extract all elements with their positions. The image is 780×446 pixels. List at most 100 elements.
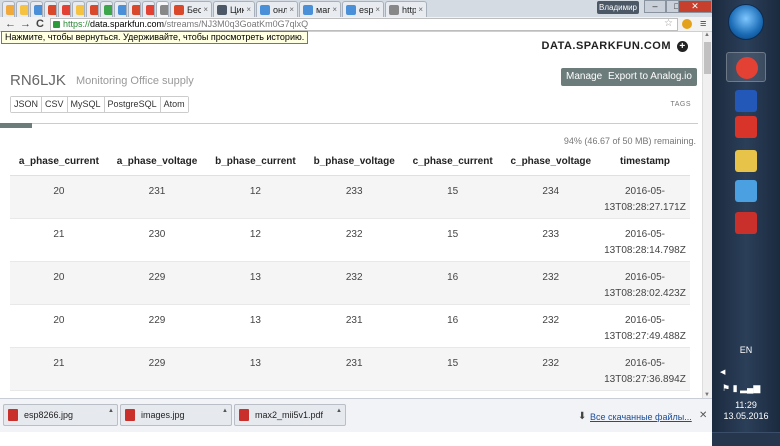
browser-tab[interactable] [2, 1, 15, 17]
taskbar-pdf-reader-button[interactable] [726, 112, 766, 142]
taskbar-paint-button[interactable] [726, 176, 766, 206]
format-csv-button[interactable]: CSV [42, 97, 68, 112]
download-item[interactable]: max2_mii5v1.pdf ▲ [234, 404, 346, 426]
tags-label[interactable]: TAGS [670, 101, 691, 108]
tab-close-icon[interactable]: × [375, 5, 380, 14]
flag-icon[interactable]: ⚑ [722, 383, 730, 393]
clock-time[interactable]: 11:29 [712, 400, 780, 410]
tab-close-icon[interactable]: × [203, 5, 208, 14]
system-tray[interactable]: ⚑ ▮ ▂▄▆ [722, 383, 760, 394]
browser-tab[interactable] [156, 1, 169, 17]
download-item[interactable]: images.jpg ▲ [120, 404, 232, 426]
table-row: 20 231 12 233 15 234 2016-05-13T08:28:27.171Z [10, 175, 690, 219]
format-mysql-button[interactable]: MySQL [67, 97, 105, 112]
taskbar-file-explorer-button[interactable] [726, 146, 766, 176]
site-brand[interactable]: DATA.SPARKFUN.COM + [542, 40, 688, 52]
browser-tab[interactable] [114, 1, 127, 17]
back-tooltip: Нажмите, чтобы вернуться. Удерживайте, ч… [1, 31, 309, 44]
back-button[interactable]: ← [5, 18, 16, 31]
chevron-up-icon[interactable]: ▲ [222, 408, 228, 414]
browser-tab[interactable]: http × [385, 1, 427, 17]
favicon-icon [303, 4, 313, 15]
favicon-icon [76, 4, 84, 15]
address-bar: ← → C https://data.sparkfun.com/streams/… [0, 17, 712, 32]
window-close-button[interactable]: ✕ [678, 0, 712, 13]
forward-button[interactable]: → [20, 18, 31, 31]
table-cell: 13 [206, 304, 305, 348]
language-indicator[interactable]: EN [712, 345, 780, 355]
scroll-up-arrow-icon[interactable]: ▲ [704, 32, 710, 38]
browser-tab[interactable] [142, 1, 155, 17]
show-desktop-button[interactable] [712, 432, 780, 446]
clock-date[interactable]: 13.05.2016 [712, 411, 780, 421]
browser-tab[interactable] [30, 1, 43, 17]
browser-tab[interactable] [128, 1, 141, 17]
header-divider-accent [0, 123, 32, 128]
table-cell: 229 [107, 304, 207, 348]
table-cell: 230 [107, 218, 207, 262]
url-input[interactable]: https://data.sparkfun.com/streams/NJ3M0q… [50, 18, 678, 31]
browser-tab[interactable] [16, 1, 29, 17]
tab-close-icon[interactable]: × [246, 5, 251, 14]
page-content: DATA.SPARKFUN.COM + RN6LJK Monitoring Of… [0, 32, 702, 398]
image-file-icon [125, 409, 135, 421]
stream-title: RN6LJK [10, 72, 66, 89]
browser-tab[interactable]: espi× [342, 1, 384, 17]
tray-expand-icon[interactable]: ◀ [720, 368, 725, 376]
network-icon[interactable]: ▂▄▆ [740, 383, 760, 393]
browser-tab-label: Цик [230, 4, 245, 15]
favicon-icon [346, 4, 356, 15]
favicon-icon [260, 4, 270, 15]
table-header-row: a_phase_current a_phase_voltage b_phase_cu… [10, 149, 690, 176]
taskbar-pdf-tool-button[interactable] [726, 208, 766, 238]
browser-tab[interactable] [58, 1, 71, 17]
bookmark-star-icon[interactable]: ☆ [664, 18, 673, 29]
url-host: data.sparkfun.com [90, 19, 165, 29]
scroll-thumb[interactable] [704, 42, 711, 74]
favicon-icon [389, 4, 399, 15]
table-cell: 15 [403, 175, 502, 219]
download-item[interactable]: esp8266.jpg ▲ [3, 404, 118, 426]
page-scrollbar[interactable]: ▲ ▼ [702, 32, 712, 398]
table-cell: 20 [10, 175, 108, 219]
format-json-button[interactable]: JSON [11, 97, 43, 112]
menu-icon[interactable]: ≡ [700, 18, 706, 30]
minimize-button[interactable]: – [644, 0, 666, 13]
manage-button[interactable]: Manage [561, 68, 608, 86]
start-button[interactable] [728, 4, 764, 40]
browser-tab[interactable] [72, 1, 85, 17]
close-icon[interactable]: ✕ [699, 410, 707, 421]
table-cell: 20 [10, 304, 108, 348]
browser-tab[interactable] [100, 1, 113, 17]
taskbar-chrome-button[interactable] [726, 52, 766, 82]
extension-icon[interactable] [682, 19, 692, 29]
power-icon[interactable]: ▮ [733, 383, 738, 393]
chevron-up-icon[interactable]: ▲ [108, 408, 114, 414]
table-row: 20 229 13 231 16 232 2016-05-13T08:27:49.488Z [10, 304, 690, 348]
browser-tab[interactable]: Цик × [213, 1, 255, 17]
browser-tab[interactable] [44, 1, 57, 17]
all-downloads-link[interactable]: Все скачанные файлы... [590, 412, 692, 422]
browser-tab[interactable]: Бесі× [170, 1, 212, 17]
url-path: /streams/NJ3M0q3GoatKm0G7qlxQ [164, 19, 309, 29]
browser-tab[interactable] [86, 1, 99, 17]
table-cell: 15 [403, 390, 502, 398]
reload-button[interactable]: C [36, 18, 44, 31]
tab-close-icon[interactable]: × [418, 5, 423, 14]
download-arrow-icon: ⬇ [578, 411, 587, 422]
table-cell: 234 [501, 175, 600, 219]
format-atom-button[interactable]: Atom [160, 97, 188, 112]
plus-icon[interactable]: + [677, 40, 688, 52]
table-cell: 2016-05-13T08:28:02.423Z [600, 261, 690, 305]
chevron-up-icon[interactable]: ▲ [336, 408, 342, 414]
format-postgresql-button[interactable]: PostgreSQL [104, 97, 161, 112]
table-cell: 231 [304, 347, 404, 391]
browser-tab[interactable]: онл × [256, 1, 298, 17]
favicon-icon [90, 4, 98, 15]
profile-button[interactable]: Владимир [597, 1, 639, 14]
export-analog-button[interactable]: Export to Analog.io [603, 68, 697, 86]
tab-close-icon[interactable]: × [289, 5, 294, 14]
browser-tab[interactable]: маг × [299, 1, 341, 17]
tab-close-icon[interactable]: × [332, 5, 337, 14]
image-file-icon [8, 409, 18, 421]
